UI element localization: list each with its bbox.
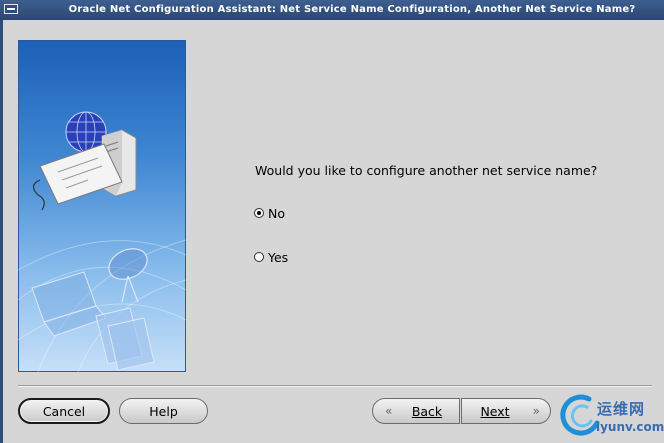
option-yes[interactable]: Yes [254,249,288,265]
radio-yes[interactable] [254,252,264,262]
help-button[interactable]: Help [119,398,208,424]
tag-icon [32,143,123,211]
watermark-brand: 运维网 [597,400,646,418]
radio-no[interactable] [254,208,264,218]
folder-icon [95,307,155,371]
back-button-label: Back [411,403,443,419]
prompt-question: Would you like to configure another net … [255,163,598,178]
window-menu-icon[interactable] [4,4,18,14]
next-button-label: Next [480,403,510,419]
watermark-url: iyunv.com [596,420,664,434]
window-title: Oracle Net Configuration Assistant: Net … [68,4,636,15]
cancel-button-label: Cancel [42,403,86,419]
title-bar: Oracle Net Configuration Assistant: Net … [0,0,664,20]
back-button[interactable]: « Back [372,398,460,424]
laptop-icon [31,271,107,337]
footer-separator [18,385,652,387]
option-no-label: No [268,205,285,221]
option-no[interactable]: No [254,205,285,221]
chevron-right-double-icon: » [532,404,540,418]
chevron-left-double-icon: « [385,404,393,418]
help-button-label: Help [149,403,178,419]
network-illustration [18,111,186,372]
window-frame [0,20,3,443]
option-yes-label: Yes [268,249,289,265]
cancel-button[interactable]: Cancel [18,398,110,424]
wizard-side-image [18,40,186,372]
next-button[interactable]: Next » [461,398,551,424]
